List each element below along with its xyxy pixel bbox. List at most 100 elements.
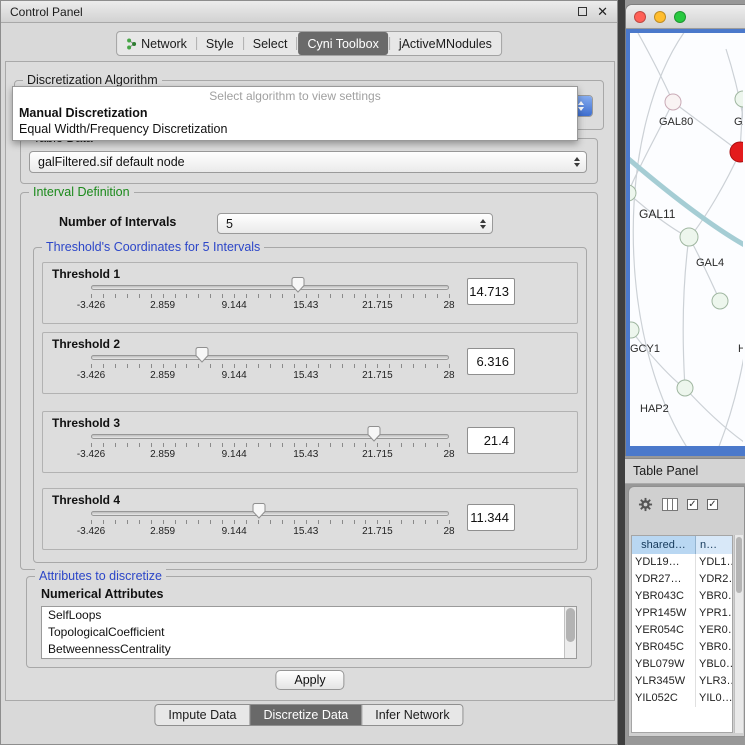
column-header-shared-name[interactable]: shared… bbox=[632, 536, 696, 554]
columns-icon[interactable] bbox=[662, 498, 678, 511]
screen: { "window": { "title": "Control Panel", … bbox=[0, 0, 745, 745]
network-canvas[interactable]: GAL80GAGAL11GAL4GCY1HHAP2 bbox=[630, 33, 745, 446]
gear-icon[interactable] bbox=[638, 497, 653, 512]
attributes-group: Attributes to discretize Numerical Attri… bbox=[26, 576, 592, 668]
node-table: shared…n… YDL19…YDL1…YDR27…YDR2…YBR043CY… bbox=[631, 535, 733, 733]
scale-label: 21.715 bbox=[362, 526, 393, 537]
slider-thumb[interactable] bbox=[367, 426, 380, 442]
tab-label: Style bbox=[206, 37, 234, 51]
close-icon[interactable]: ✕ bbox=[597, 6, 608, 18]
column-header-name[interactable]: n… bbox=[696, 536, 732, 554]
cell-name: YLR3… bbox=[696, 673, 732, 690]
network-node[interactable] bbox=[730, 142, 743, 162]
tab-cyni-toolbox[interactable]: Cyni Toolbox bbox=[298, 32, 387, 55]
attributes-listbox[interactable]: SelfLoopsTopologicalCoefficientBetweenne… bbox=[41, 606, 577, 659]
table-row[interactable]: YIL052CYIL0… bbox=[632, 690, 732, 707]
table-row[interactable]: YBL079WYBL0… bbox=[632, 656, 732, 673]
network-node[interactable] bbox=[735, 91, 743, 107]
popup-option-equal-width-frequency-discretization[interactable]: Equal Width/Frequency Discretization bbox=[13, 121, 577, 137]
algorithm-popup: Select algorithm to view settings Manual… bbox=[12, 86, 578, 141]
slider-thumb[interactable] bbox=[195, 347, 208, 363]
cell-name: YDR2… bbox=[696, 571, 732, 588]
minimize-traffic-light[interactable] bbox=[654, 11, 666, 23]
network-node[interactable] bbox=[680, 228, 698, 246]
network-node[interactable] bbox=[665, 94, 681, 110]
popup-option-manual-discretization[interactable]: Manual Discretization bbox=[13, 105, 577, 121]
attribute-item-selfloops[interactable]: SelfLoops bbox=[42, 607, 576, 624]
table-row[interactable]: YLR345WYLR3… bbox=[632, 673, 732, 690]
table-scrollbar[interactable] bbox=[734, 535, 743, 733]
slider-ticks bbox=[91, 294, 449, 298]
right-area: GAL80GAGAL11GAL4GCY1HHAP2 Table Panel ✓ ✓… bbox=[625, 0, 745, 745]
cell-shared-name: YDL19… bbox=[632, 554, 696, 571]
tab-jactivemnodules[interactable]: jActiveMNodules bbox=[390, 32, 501, 55]
network-edge bbox=[631, 330, 684, 388]
tab-style[interactable]: Style bbox=[197, 32, 243, 55]
scale-label: 21.715 bbox=[362, 449, 393, 460]
network-node[interactable] bbox=[677, 380, 693, 396]
bottom-tab-infer-network[interactable]: Infer Network bbox=[361, 705, 462, 725]
slider-thumb[interactable] bbox=[291, 277, 304, 293]
slider-track[interactable] bbox=[91, 434, 449, 439]
attribute-item-betweennesscentrality[interactable]: BetweennessCentrality bbox=[42, 641, 576, 658]
cell-shared-name: YPR145W bbox=[632, 605, 696, 622]
checkbox-checked-icon[interactable]: ✓ bbox=[687, 499, 698, 510]
scale-label: -3.426 bbox=[77, 370, 105, 381]
list-scrollbar[interactable] bbox=[564, 607, 576, 658]
cell-shared-name: YBR045C bbox=[632, 639, 696, 656]
network-node[interactable] bbox=[630, 322, 639, 338]
slider-track[interactable] bbox=[91, 285, 449, 290]
network-node[interactable] bbox=[712, 293, 728, 309]
network-node-label: HAP2 bbox=[640, 403, 669, 415]
scale-label: 2.859 bbox=[150, 370, 175, 381]
table-row[interactable]: YDR27…YDR2… bbox=[632, 571, 732, 588]
threshold-1-value-field[interactable] bbox=[467, 278, 515, 305]
thresholds-group-title: Threshold's Coordinates for 5 Intervals bbox=[42, 240, 264, 254]
tab-network[interactable]: Network bbox=[117, 32, 196, 55]
attribute-item-topologicalcoefficient[interactable]: TopologicalCoefficient bbox=[42, 624, 576, 641]
table-row[interactable]: YER054CYER0… bbox=[632, 622, 732, 639]
slider-track[interactable] bbox=[91, 511, 449, 516]
titlebar-icons: ✕ bbox=[578, 6, 608, 18]
network-icon bbox=[126, 38, 137, 50]
threshold-2-value-field[interactable] bbox=[467, 348, 515, 375]
slider-scale-labels: -3.4262.8599.14415.4321.71528 bbox=[91, 300, 449, 312]
apply-button[interactable]: Apply bbox=[275, 670, 344, 690]
scale-label: 15.43 bbox=[293, 370, 318, 381]
table-row[interactable]: YBR045CYBR0… bbox=[632, 639, 732, 656]
threshold-4-value-field[interactable] bbox=[467, 504, 515, 531]
panel-divider[interactable] bbox=[618, 0, 625, 745]
tab-select[interactable]: Select bbox=[244, 32, 297, 55]
cell-name: YBR0… bbox=[696, 588, 732, 605]
table-panel-titlebar: Table Panel bbox=[625, 458, 745, 484]
number-of-intervals-combobox[interactable]: 5 bbox=[217, 213, 493, 234]
cell-shared-name: YLR345W bbox=[632, 673, 696, 690]
table-scrollbar-thumb[interactable] bbox=[736, 537, 742, 593]
table-row[interactable]: YDL19…YDL1… bbox=[632, 554, 732, 571]
table-row[interactable]: YBR043CYBR0… bbox=[632, 588, 732, 605]
table-header-row: shared…n… bbox=[632, 536, 732, 554]
threshold-3-value-field[interactable] bbox=[467, 427, 515, 454]
checkbox-checked-icon[interactable]: ✓ bbox=[707, 499, 718, 510]
scale-label: 9.144 bbox=[222, 449, 247, 460]
bottom-tab-impute-data[interactable]: Impute Data bbox=[155, 705, 249, 725]
network-svg[interactable]: GAL80GAGAL11GAL4GCY1HHAP2 bbox=[630, 33, 743, 446]
zoom-traffic-light[interactable] bbox=[674, 11, 686, 23]
bottom-tab-discretize-data[interactable]: Discretize Data bbox=[250, 705, 362, 725]
list-scrollbar-thumb[interactable] bbox=[566, 608, 575, 642]
thresholds-group: Threshold's Coordinates for 5 Intervals … bbox=[33, 247, 587, 563]
float-icon[interactable] bbox=[578, 7, 587, 16]
network-node-label: GAL80 bbox=[659, 116, 693, 128]
network-window-titlebar[interactable] bbox=[626, 5, 745, 29]
close-traffic-light[interactable] bbox=[634, 11, 646, 23]
slider-track[interactable] bbox=[91, 355, 449, 360]
threshold-slider-2: -3.4262.8599.14415.4321.71528 bbox=[91, 347, 449, 391]
threshold-slider-3: -3.4262.8599.14415.4321.71528 bbox=[91, 426, 449, 470]
scale-label: 28 bbox=[443, 300, 454, 311]
scale-label: 28 bbox=[443, 370, 454, 381]
interval-definition-group: Interval Definition Number of Intervals … bbox=[20, 192, 598, 570]
cell-shared-name: YDR27… bbox=[632, 571, 696, 588]
table-row[interactable]: YPR145WYPR1… bbox=[632, 605, 732, 622]
slider-thumb[interactable] bbox=[253, 503, 266, 519]
table-data-combobox[interactable]: galFiltered.sif default node bbox=[29, 151, 587, 173]
